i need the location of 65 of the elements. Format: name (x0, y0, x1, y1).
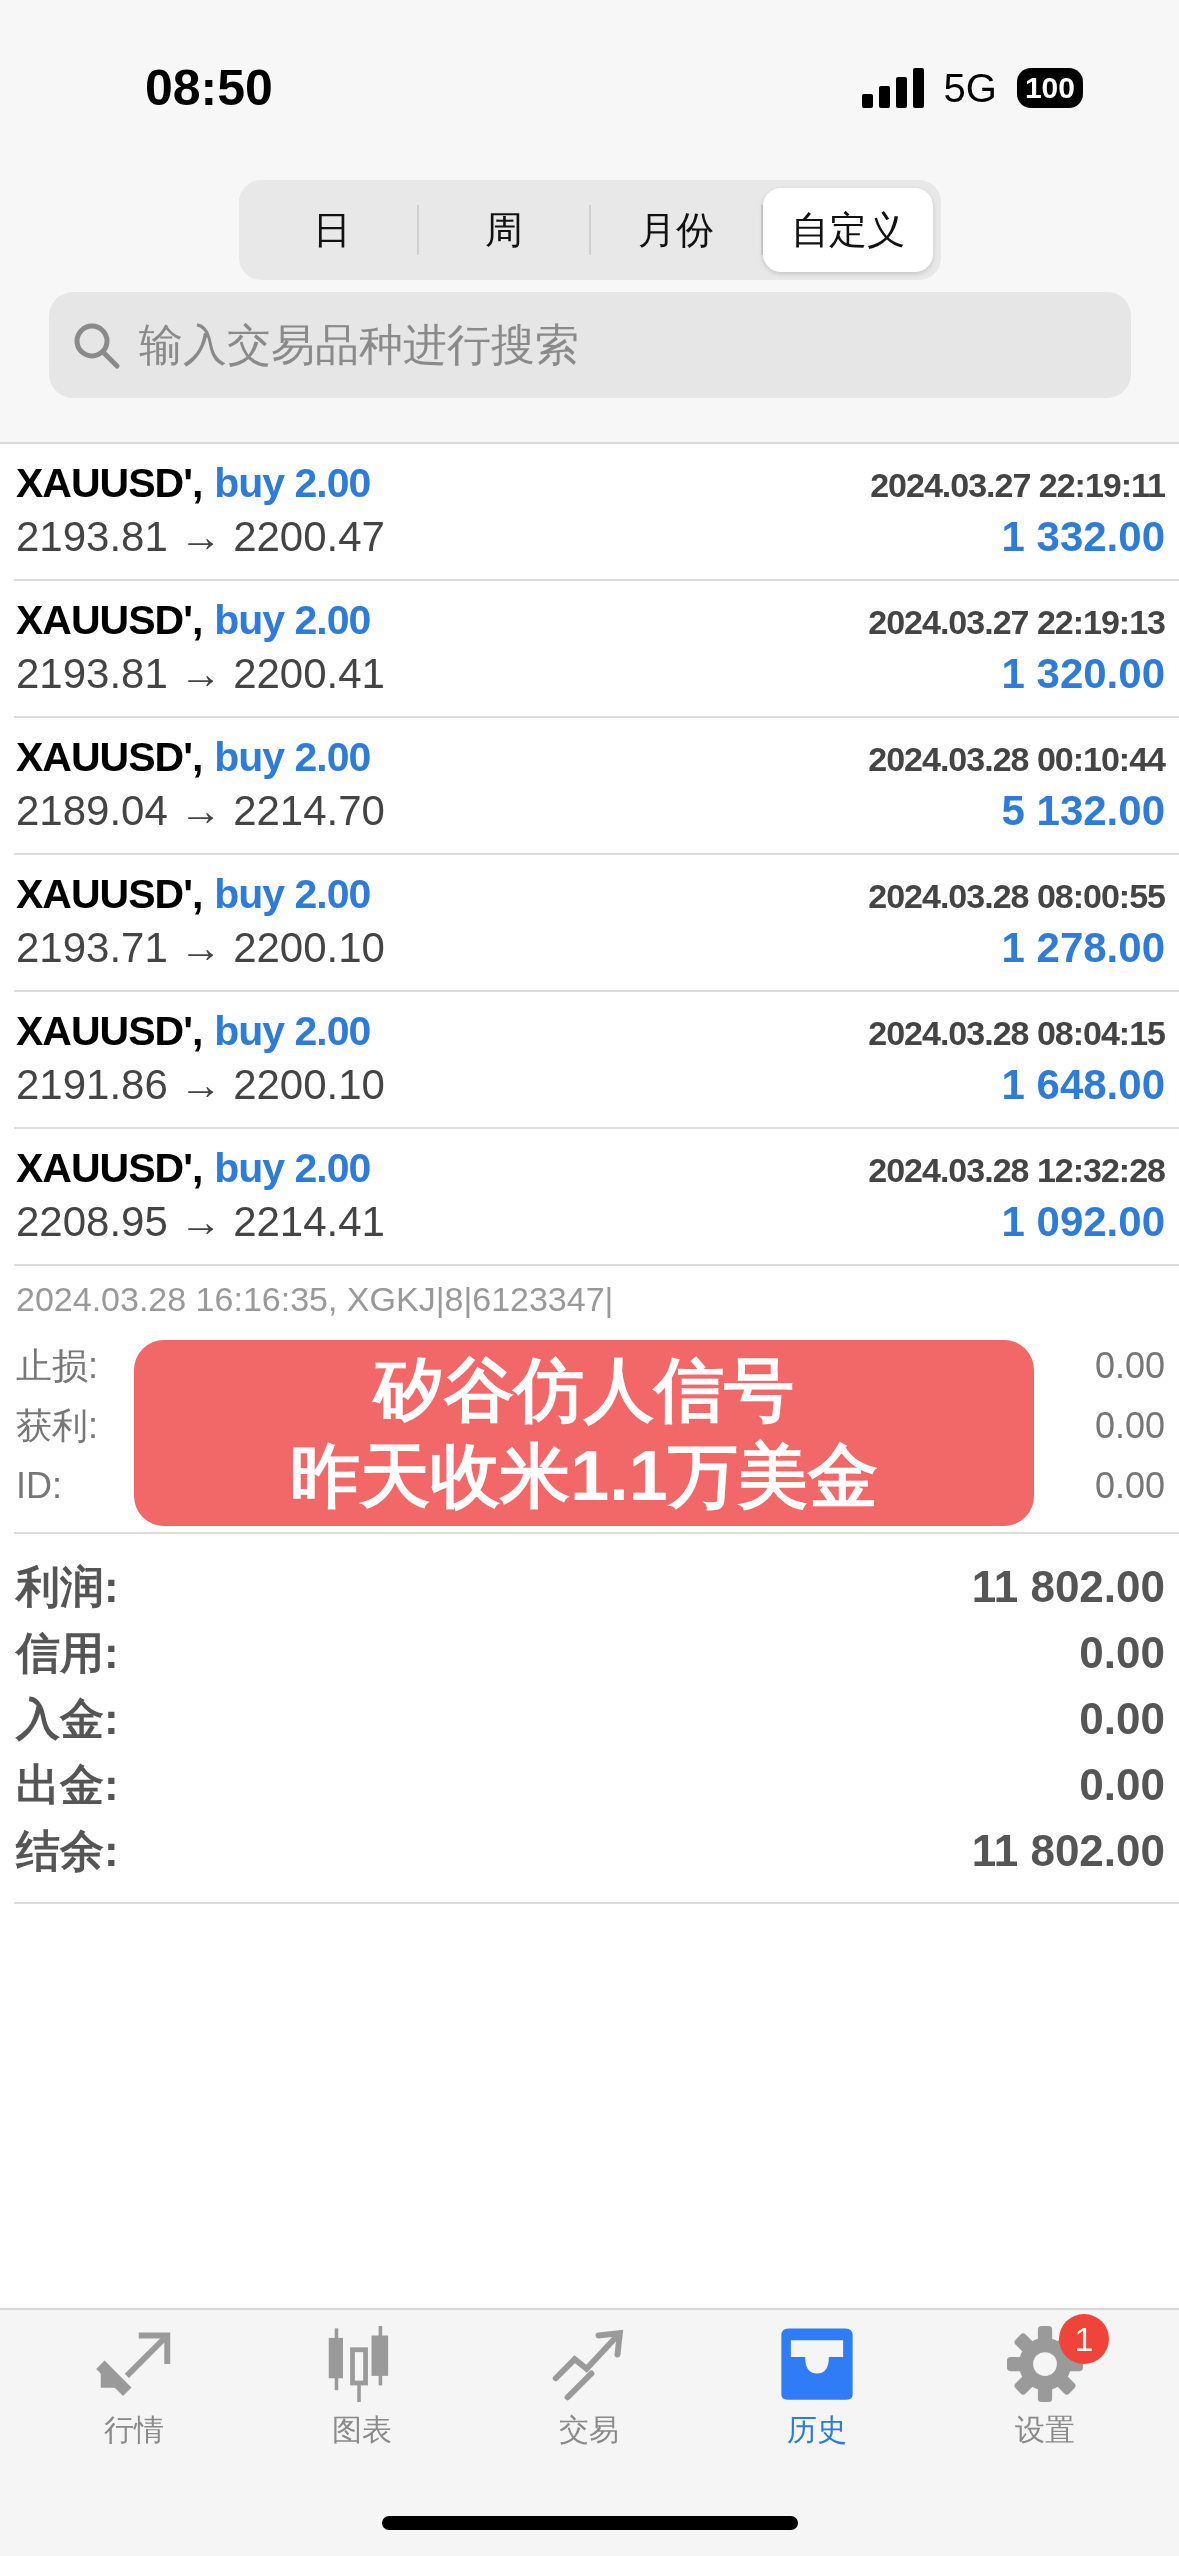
summary-label: 出金: (16, 1758, 119, 1811)
period-tab[interactable]: 自定义 (762, 188, 933, 272)
trade-type: buy 2.00 (214, 734, 371, 781)
tab-bar-item[interactable]: 图表 (281, 2310, 442, 2451)
banner-text: 昨天收米1.1万美金 (290, 1436, 878, 1517)
symbol-label: XAUUSD', (16, 734, 203, 781)
tab-bar-item[interactable]: 交易 (509, 2310, 670, 2451)
notification-badge: 1 (1059, 2314, 1110, 2364)
profit-value: 5 132.00 (1001, 787, 1165, 835)
tab-bar-item[interactable]: 行情 (53, 2310, 214, 2451)
banner-text: 矽谷仿人信号 (374, 1349, 794, 1430)
summary-label: 利润: (16, 1560, 119, 1613)
deal-time: 2024.03.27 22:19:11 (870, 466, 1165, 505)
tab-bar-item[interactable]: 历史 (737, 2310, 898, 2451)
trade-type: buy 2.00 (214, 1008, 371, 1055)
summary-label: 信用: (16, 1626, 119, 1679)
deal-time: 2024.03.28 00:10:44 (868, 740, 1165, 779)
price-change: 2208.95 → 2214.41 (16, 1198, 385, 1246)
price-change: 2191.86 → 2200.10 (16, 1061, 385, 1109)
period-tab[interactable]: 日 (246, 188, 417, 272)
profit-value: 1 332.00 (1001, 513, 1165, 561)
summary-label: 入金: (16, 1692, 119, 1745)
order-info: 2024.03.28 16:16:35, XGKJ|8|6123347| (16, 1280, 615, 1320)
trade-type: buy 2.00 (214, 597, 371, 644)
trade-type: buy 2.00 (214, 871, 371, 918)
profit-value: 1 648.00 (1001, 1061, 1165, 1109)
profit-value: 1 092.00 (1001, 1198, 1165, 1246)
signal-icon (861, 68, 924, 108)
symbol-label: XAUUSD', (16, 871, 203, 918)
trade-type: buy 2.00 (214, 460, 371, 507)
deal-time: 2024.03.27 22:19:13 (868, 603, 1165, 642)
network-label: 5G (943, 65, 997, 111)
symbol-label: XAUUSD', (16, 1145, 203, 1192)
price-change: 2193.81 → 2200.41 (16, 650, 385, 698)
field-label: 止损: (16, 1343, 98, 1388)
tab-bar-item[interactable]: 1 设置 (965, 2310, 1126, 2451)
summary-value: 11 802.00 (971, 1826, 1165, 1876)
field-label: 获利: (16, 1403, 98, 1448)
search-field[interactable]: 输入交易品种进行搜索 (48, 292, 1131, 398)
inbox-icon (779, 2326, 856, 2402)
clock-time: 08:50 (145, 59, 273, 117)
profit-value: 1 320.00 (1001, 650, 1165, 698)
field-value: 0.00 (1094, 1405, 1165, 1447)
battery-indicator: 100 (1016, 68, 1083, 108)
summary-value: 0.00 (1079, 1628, 1165, 1678)
symbol-label: XAUUSD', (16, 460, 203, 507)
deal-time: 2024.03.28 12:32:28 (868, 1151, 1165, 1190)
summary-value: 0.00 (1079, 1694, 1165, 1744)
profit-value: 1 278.00 (1001, 924, 1165, 972)
summary-value: 0.00 (1079, 1760, 1165, 1810)
deal-time: 2024.03.28 08:00:55 (868, 877, 1165, 916)
period-tab[interactable]: 月份 (590, 188, 761, 272)
price-change: 2189.04 → 2214.70 (16, 787, 385, 835)
summary-value: 11 802.00 (971, 1562, 1165, 1612)
price-change: 2193.81 → 2200.47 (16, 513, 385, 561)
price-change: 2193.71 → 2200.10 (16, 924, 385, 972)
field-value: 0.00 (1094, 1345, 1165, 1387)
summary-label: 结余: (16, 1824, 119, 1877)
field-value: 0.00 (1094, 1465, 1165, 1507)
trade-type: buy 2.00 (214, 1145, 371, 1192)
deal-time: 2024.03.28 08:04:15 (868, 1014, 1165, 1053)
period-tab[interactable]: 周 (418, 188, 589, 272)
symbol-label: XAUUSD', (16, 1008, 203, 1055)
symbol-label: XAUUSD', (16, 597, 203, 644)
field-label: ID: (16, 1465, 62, 1507)
